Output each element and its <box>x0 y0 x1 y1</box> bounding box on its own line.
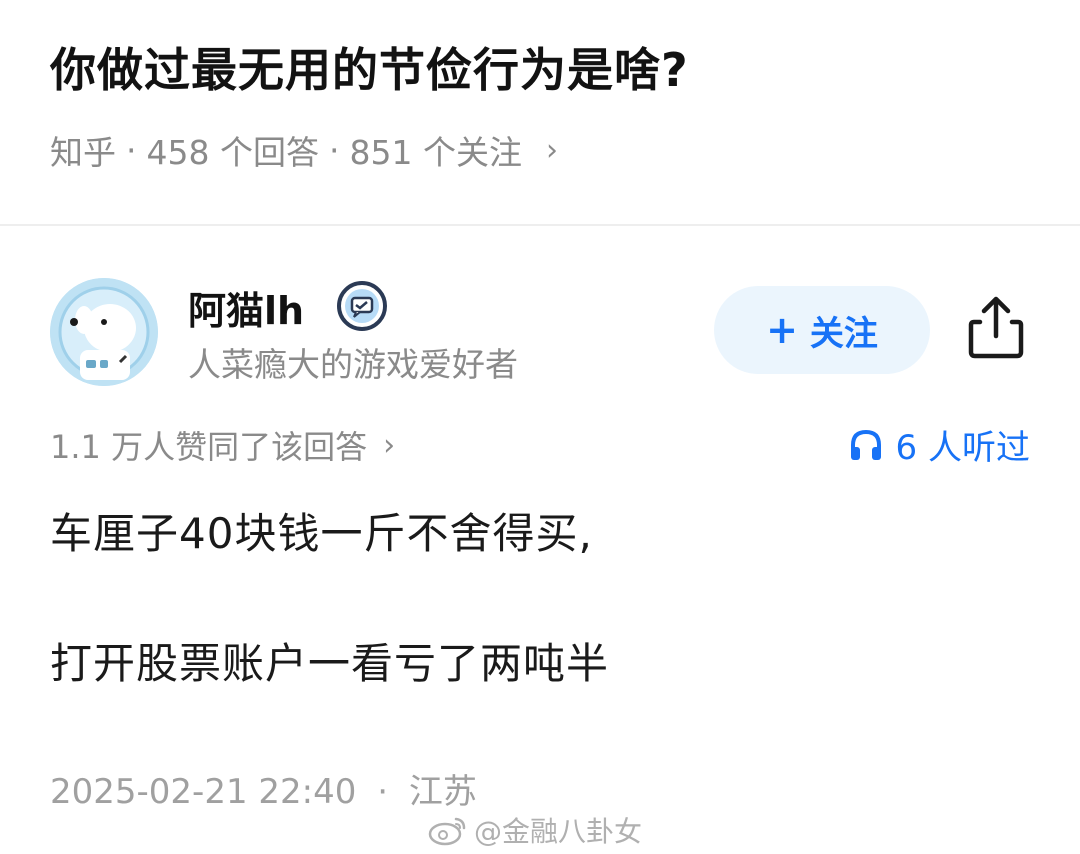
answer-footer: 2025-02-21 22:40 · 江苏 <box>50 764 477 813</box>
answer-date: 2025-02-21 22:40 <box>50 772 357 812</box>
answer-paragraph: 打开股票账户一看亏了两吨半 <box>50 639 610 688</box>
author-avatar[interactable] <box>50 278 158 386</box>
footer-separator: · <box>377 772 389 812</box>
listen-button[interactable]: 6 人听过 <box>848 420 1030 469</box>
author-name[interactable]: 阿猫lh <box>188 280 304 335</box>
plus-icon: + <box>766 308 798 352</box>
chevron-right-icon: › <box>545 132 558 168</box>
question-meta[interactable]: 知乎 · 458 个回答 · 851 个关注 › <box>50 126 558 174</box>
answer-count: 458 个回答 <box>146 133 319 172</box>
question-title[interactable]: 你做过最无用的节俭行为是啥? <box>50 34 689 100</box>
verified-chat-badge-icon <box>337 281 387 331</box>
question-source: 知乎 <box>50 133 116 172</box>
watermark-text: @金融八卦女 <box>474 815 643 848</box>
chevron-right-icon: › <box>383 427 396 463</box>
answer-location: 江苏 <box>408 772 477 812</box>
follow-count: 851 个关注 <box>349 133 522 172</box>
follow-label: 关注 <box>809 313 878 354</box>
vote-count-link[interactable]: 1.1 万人赞同了该回答 › <box>50 422 395 468</box>
headphones-icon <box>850 429 881 460</box>
author-bio: 人菜瘾大的游戏爱好者 <box>188 345 518 384</box>
meta-separator: · <box>328 130 340 170</box>
share-icon[interactable] <box>966 294 1026 360</box>
listener-count: 6 人听过 <box>895 428 1030 468</box>
section-divider <box>0 224 1080 226</box>
answer-paragraph: 车厘子40块钱一斤不舍得买, <box>50 509 593 558</box>
watermark: @金融八卦女 <box>428 810 642 850</box>
meta-separator: · <box>126 130 137 170</box>
weibo-logo-icon <box>428 817 466 846</box>
cartoon-dog-astronaut-avatar-icon <box>50 278 158 386</box>
vote-count: 1.1 万人赞同了该回答 <box>50 428 368 466</box>
follow-button[interactable]: + 关注 <box>714 286 930 374</box>
